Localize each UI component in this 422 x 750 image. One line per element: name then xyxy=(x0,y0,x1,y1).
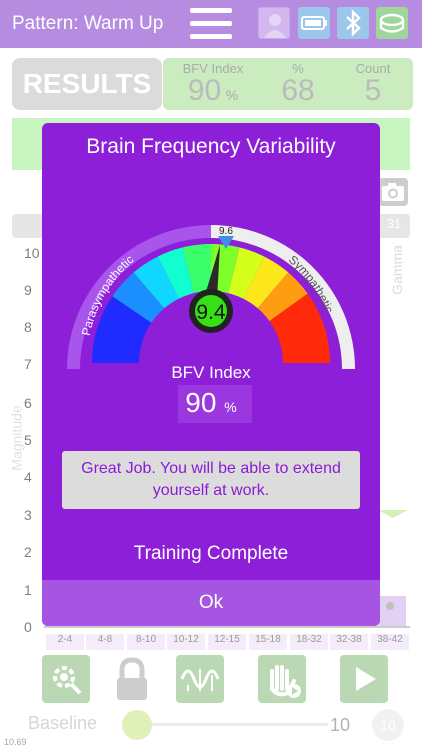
battery-icon[interactable] xyxy=(298,7,330,39)
headset-icon[interactable] xyxy=(376,7,408,39)
bluetooth-icon[interactable] xyxy=(337,7,369,39)
bfv-result-dialog: Brain Frequency Variability Parasympathe… xyxy=(42,123,380,626)
bfv-value: 90 % xyxy=(42,387,380,419)
dialog-title: Brain Frequency Variability xyxy=(86,135,336,158)
bfv-unit: % xyxy=(224,399,237,415)
bfv-label: BFV Index xyxy=(171,363,251,382)
target-marker-value: 9.6 xyxy=(219,226,233,237)
app-header: Pattern: Warm Up xyxy=(0,0,422,48)
gauge-center-value: 9.4 xyxy=(196,301,226,324)
ok-button[interactable]: Ok xyxy=(42,580,380,626)
bfv-number: 90 xyxy=(185,387,217,418)
hamburger-menu-icon[interactable] xyxy=(190,8,232,40)
avatar-icon[interactable] xyxy=(258,7,290,39)
feedback-message: Great Job. You will be able to extend yo… xyxy=(62,451,360,509)
pattern-title: Pattern: Warm Up xyxy=(12,13,164,34)
training-status: Training Complete xyxy=(133,543,289,564)
